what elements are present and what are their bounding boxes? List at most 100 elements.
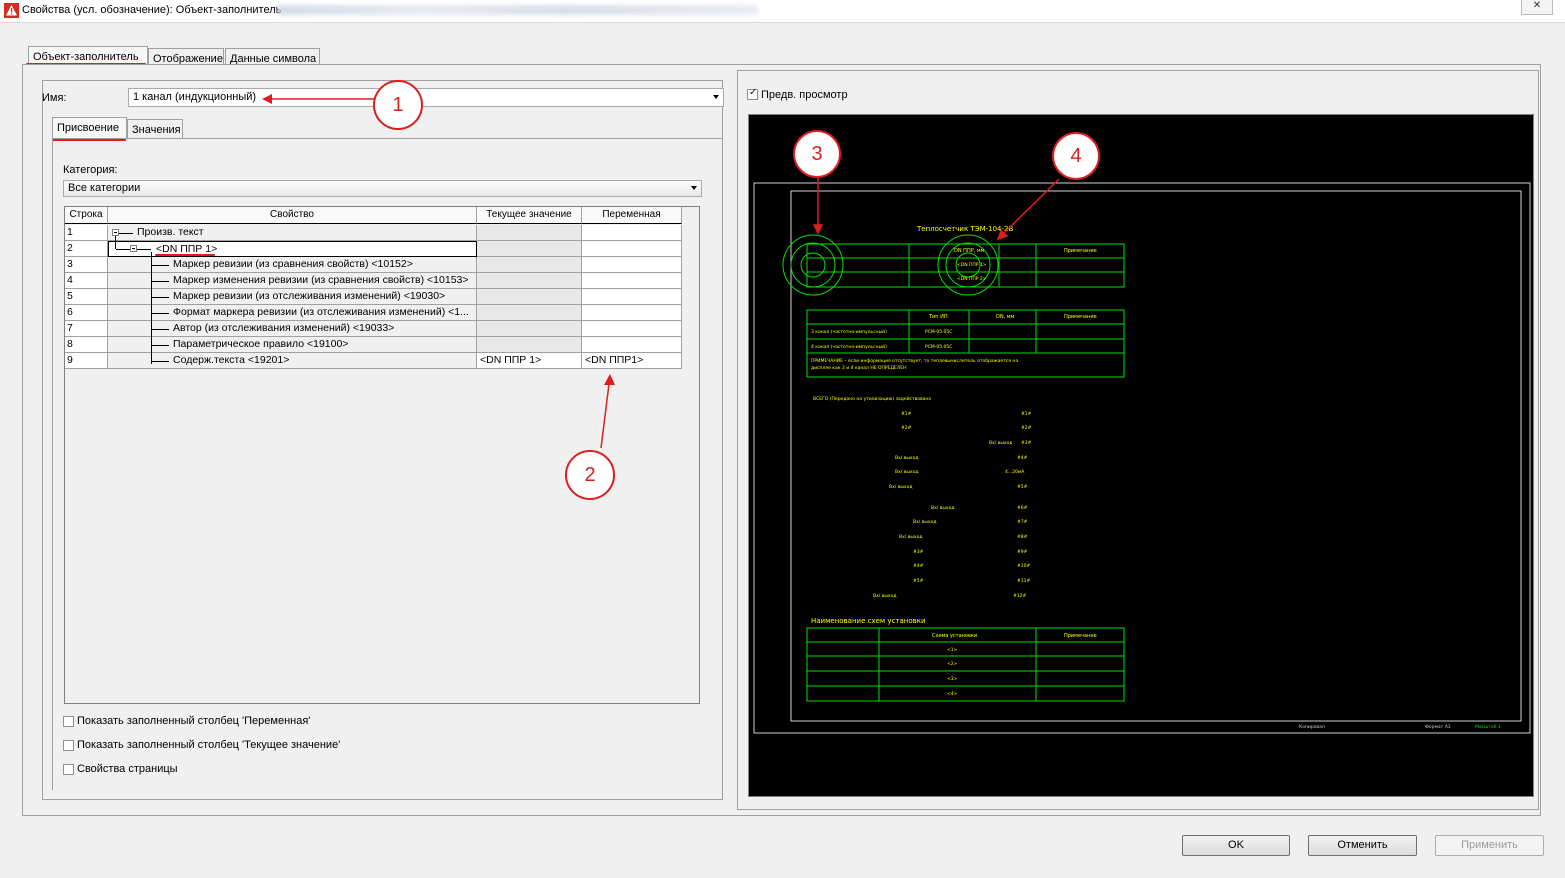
column-header-row[interactable]: Строка [65, 207, 108, 224]
annotation-callout-4: 4 [1052, 132, 1100, 180]
tree-line [151, 297, 169, 298]
list-label: #6# [1017, 505, 1028, 511]
table2-cell: 3 канал (частотно-импульсный) [811, 328, 887, 335]
current-value-cell[interactable] [477, 321, 582, 337]
drawing-title: Теплосчетчик ТЭМ-104-2В [916, 225, 1013, 233]
table1-header: Примечание [1064, 248, 1097, 254]
current-value-cell[interactable]: <DN ППР 1> [477, 353, 582, 369]
arrow-to-variable-cell [600, 374, 615, 449]
list-label: #10# [1017, 563, 1030, 569]
table1-cell: <DN ППР 2> [957, 276, 987, 282]
list-label: #4# [913, 563, 924, 569]
category-value: Все категории [68, 182, 141, 194]
table2-header: Тип ИП [928, 314, 948, 320]
property-text: Маркер ревизии (из отслеживания изменени… [173, 290, 446, 302]
row-highlight-underline [155, 254, 215, 256]
drawing-outer-frame [753, 182, 1531, 734]
current-value-cell[interactable] [477, 257, 582, 273]
property-text: Формат маркера ревизии (из отслеживания … [173, 306, 469, 318]
preview-canvas[interactable]: Теплосчетчик ТЭМ-104-2В DN ППР, мм Приме… [748, 114, 1534, 797]
table3-header: Примечание [1064, 633, 1097, 639]
name-value: 1 канал (индукционный) [133, 91, 257, 103]
current-value-cell[interactable] [477, 289, 582, 305]
list-label: #11# [1017, 578, 1030, 584]
column-header-variable[interactable]: Переменная [582, 207, 682, 224]
list-label: #9# [1017, 549, 1028, 555]
property-text: Содерж.текста <19201> [173, 354, 290, 366]
row-number: 2 [65, 241, 108, 257]
app-warning-icon [4, 3, 19, 18]
category-label: Категория: [63, 164, 118, 176]
variable-cell[interactable] [582, 321, 682, 337]
row-number: 4 [65, 273, 108, 289]
property-text: Маркер изменения ревизии (из сравнения с… [173, 274, 469, 286]
current-value-cell[interactable] [477, 305, 582, 321]
annotation-callout-1: 1 [373, 80, 423, 130]
tree-line [115, 236, 116, 249]
show-variable-column-label: Показать заполненный столбец 'Переменная… [77, 715, 311, 727]
table3-cell: <3> [947, 676, 958, 682]
annotation-callout-3: 3 [793, 130, 841, 178]
property-text: Параметрическое правило <19100> [173, 338, 349, 350]
row-number: 5 [65, 289, 108, 305]
variable-cell[interactable] [582, 305, 682, 321]
apply-button[interactable]: Применить [1435, 835, 1544, 856]
table3-cell: <4> [947, 691, 958, 697]
list-label: #4# [1017, 455, 1028, 461]
table2-cell: РСМ-05.05С [925, 344, 952, 350]
tree-line [151, 329, 169, 330]
tree-line [137, 249, 151, 250]
column-header-property[interactable]: Свойство [108, 207, 477, 224]
name-dropdown[interactable]: 1 канал (индукционный) [128, 88, 724, 107]
page-properties-checkbox[interactable] [63, 764, 74, 775]
tree-line [151, 252, 152, 364]
table3-cell: <1> [947, 647, 958, 653]
property-text: Автор (из отслеживания изменений) <19033… [173, 322, 395, 334]
show-current-value-column-label: Показать заполненный столбец 'Текущее зн… [77, 739, 341, 751]
variable-cell[interactable] [582, 225, 682, 241]
preview-checkbox[interactable] [747, 87, 758, 100]
tree-line [151, 265, 169, 266]
ok-button[interactable]: OK [1182, 835, 1290, 856]
variable-cell[interactable] [582, 241, 682, 257]
variable-cell[interactable] [582, 257, 682, 273]
variable-cell[interactable]: <DN ППР1> [582, 353, 682, 369]
collapse-icon[interactable] [130, 245, 137, 252]
variable-cell[interactable] [582, 337, 682, 353]
table3-cell: <2> [947, 661, 958, 667]
column-header-current-value[interactable]: Текущее значение [477, 207, 582, 224]
table2-cell: РСМ-05.05С [925, 329, 952, 335]
chevron-down-icon[interactable] [713, 95, 719, 99]
list-label: #1# [1021, 411, 1032, 417]
show-variable-column-checkbox[interactable] [63, 716, 74, 727]
cancel-button[interactable]: Отменить [1308, 835, 1417, 856]
current-value-cell[interactable] [477, 225, 582, 241]
table2-header: Примечание [1064, 314, 1097, 320]
subtab-assignment[interactable]: Присвоение [52, 117, 127, 139]
list-label: Вх/ выход [895, 455, 918, 461]
list-label: #12# [1013, 593, 1026, 599]
category-dropdown[interactable]: Все категории [63, 180, 702, 197]
row-number: 6 [65, 305, 108, 321]
property-cell: Произв. текст [108, 225, 477, 241]
drawing-preview: Теплосчетчик ТЭМ-104-2В DN ППР, мм Приме… [753, 177, 1531, 734]
table-row[interactable]: 1 Произв. текст [65, 225, 682, 241]
chevron-down-icon[interactable] [691, 186, 697, 190]
collapse-icon[interactable] [112, 229, 119, 236]
subtab-values[interactable]: Значения [127, 119, 183, 139]
row-number: 7 [65, 321, 108, 337]
list-label: #1# [901, 411, 912, 417]
table1-cell: <DN ППР 1> [957, 262, 987, 268]
current-value-cell[interactable] [477, 241, 582, 257]
variable-cell[interactable] [582, 273, 682, 289]
tree-line [119, 233, 133, 234]
close-button[interactable]: ✕ [1521, 0, 1553, 15]
current-value-cell[interactable] [477, 273, 582, 289]
tree-line [116, 249, 130, 250]
blurred-title-background [278, 5, 758, 15]
footer-text: Масштаб 1 [1475, 724, 1501, 730]
show-current-value-column-checkbox[interactable] [63, 740, 74, 751]
current-value-cell[interactable] [477, 337, 582, 353]
tree-line [151, 313, 169, 314]
variable-cell[interactable] [582, 289, 682, 305]
